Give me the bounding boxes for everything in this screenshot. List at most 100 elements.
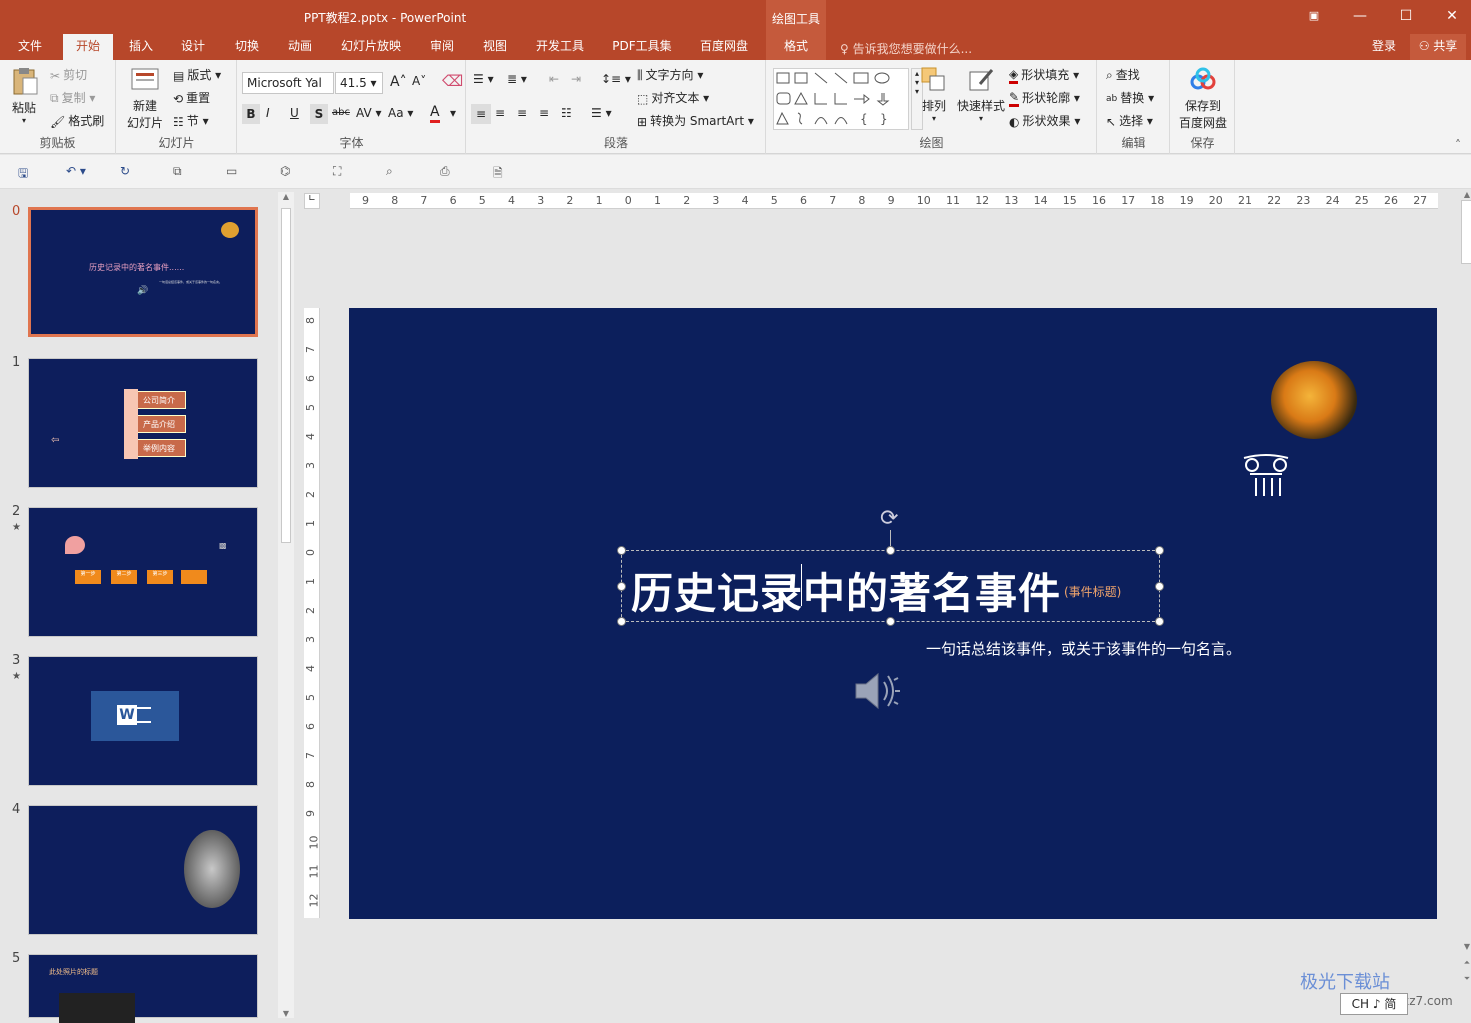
char-spacing-button[interactable]: AV ▾ <box>356 106 382 120</box>
bullets-button[interactable]: ☰ ▾ <box>473 72 494 86</box>
slide-canvas[interactable]: ⟳ 历史记录中的著名事件 (事件标题) 一句话总结该事件，或关于该事件的一句名言… <box>349 308 1437 919</box>
toolbar-icon-4[interactable]: ⛶ <box>333 164 349 180</box>
scroll-thumb[interactable] <box>1461 200 1471 264</box>
resize-handle[interactable] <box>617 617 626 626</box>
redo-icon[interactable]: ↻ <box>120 164 136 180</box>
ime-indicator[interactable]: CH ♪ 简 <box>1340 993 1408 1015</box>
toolbar-icon-2[interactable]: ▭ <box>226 164 242 180</box>
tab-pdf-tools[interactable]: PDF工具集 <box>604 34 680 60</box>
grow-font-button[interactable]: A˄ <box>390 74 407 90</box>
new-slide-button[interactable]: 新建 幻灯片 <box>121 66 169 131</box>
minimize-button[interactable]: — <box>1337 0 1383 34</box>
login-link[interactable]: 登录 <box>1364 34 1404 60</box>
font-name-select[interactable]: Microsoft Yal <box>242 72 334 94</box>
format-painter-button[interactable]: 🖌 格式刷 <box>50 112 104 129</box>
numbering-button[interactable]: ≣ ▾ <box>507 72 527 86</box>
distributed-icon[interactable]: ☷ <box>561 106 572 120</box>
paste-button[interactable]: 粘贴 ▾ <box>6 66 42 125</box>
select-button[interactable]: ↖ 选择 ▾ <box>1106 112 1153 129</box>
section-button[interactable]: ☷ 节 ▾ <box>173 112 209 129</box>
tab-design[interactable]: 设计 <box>170 34 216 60</box>
share-button[interactable]: ⚇ 共享 <box>1410 34 1466 60</box>
align-center-icon[interactable]: ≡ <box>495 106 505 120</box>
shape-fill-button[interactable]: ◈ 形状填充 ▾ <box>1009 66 1079 84</box>
slide-thumbnail-4[interactable] <box>28 805 258 935</box>
collapse-ribbon-icon[interactable]: ˄ <box>1455 138 1461 152</box>
strikethrough-button[interactable]: abc <box>332 107 350 118</box>
find-button[interactable]: ⌕ 查找 <box>1106 66 1140 83</box>
shape-outline-button[interactable]: ✎ 形状轮廓 ▾ <box>1009 89 1080 107</box>
copy-button[interactable]: ⧉ 复制 ▾ <box>50 89 95 106</box>
tab-developer[interactable]: 开发工具 <box>528 34 592 60</box>
save-to-baidu-button[interactable]: 保存到 百度网盘 <box>1177 66 1229 131</box>
slide-thumbnail-1[interactable]: 公司简介 产品介绍 举例内容 ⇦ <box>28 358 258 488</box>
speaker-icon[interactable] <box>852 668 902 714</box>
line-spacing-button[interactable]: ↕≡ ▾ <box>601 72 631 86</box>
shapes-gallery[interactable]: {} <box>773 68 909 130</box>
slide-subtitle[interactable]: 一句话总结该事件，或关于该事件的一句名言。 <box>926 638 1241 659</box>
italic-button[interactable]: I <box>266 106 270 120</box>
tab-baidu-netdisk[interactable]: 百度网盘 <box>692 34 756 60</box>
autumn-leaf-image[interactable] <box>1271 361 1357 439</box>
columns-button[interactable]: ☰ ▾ <box>591 106 612 120</box>
event-title-tag[interactable]: (事件标题) <box>1064 583 1121 600</box>
tab-review[interactable]: 审阅 <box>419 34 465 60</box>
resize-handle[interactable] <box>1155 582 1164 591</box>
layout-button[interactable]: ▤ 版式 ▾ <box>173 66 221 83</box>
print-preview-icon[interactable]: ⌕ <box>386 164 402 180</box>
quick-styles-button[interactable]: 快速样式 ▾ <box>955 66 1007 123</box>
cut-button[interactable]: ✂ 剪切 <box>50 66 87 83</box>
toolbar-icon-6[interactable]: 🗎 <box>493 164 509 180</box>
canvas-scrollbar[interactable]: ▲ ▼ ⏶ ⏷ <box>1459 190 1471 1018</box>
resize-handle[interactable] <box>1155 617 1164 626</box>
align-left-icon[interactable]: ≡ <box>471 104 491 124</box>
font-color-button[interactable]: A <box>430 104 440 123</box>
scroll-down-icon[interactable]: ▼ <box>1459 942 1471 951</box>
prev-slide-icon[interactable]: ⏶ <box>1459 958 1471 968</box>
resize-handle[interactable] <box>886 546 895 555</box>
clear-formatting-icon[interactable]: ⌫ <box>442 72 463 90</box>
scroll-up-icon[interactable]: ▲ <box>1459 190 1471 199</box>
undo-button[interactable]: ↶ ▾ <box>66 164 100 180</box>
bold-button[interactable]: B <box>242 104 260 124</box>
tab-format[interactable]: 格式 <box>766 34 826 60</box>
slide-thumbnail-2[interactable]: 第一步 第二步 第三步 ▩ <box>28 507 258 637</box>
chevron-down-icon[interactable]: ▾ <box>450 106 456 120</box>
tab-home[interactable]: 开始 <box>63 34 113 60</box>
scroll-down-icon[interactable]: ▼ <box>278 1009 294 1018</box>
font-size-select[interactable]: 41.5 ▾ <box>335 72 383 94</box>
save-icon[interactable]: 🖫 <box>18 164 34 180</box>
toolbar-icon-5[interactable]: ⎙ <box>440 164 456 180</box>
tab-slideshow[interactable]: 幻灯片放映 <box>332 34 410 60</box>
shape-effects-button[interactable]: ◐ 形状效果 ▾ <box>1009 112 1080 129</box>
column-capital-icon[interactable] <box>1242 450 1290 498</box>
tab-view[interactable]: 视图 <box>472 34 518 60</box>
shrink-font-button[interactable]: A˅ <box>412 74 426 88</box>
tab-stop-icon[interactable]: ∟ <box>304 193 320 209</box>
tell-me-search[interactable]: ♀ 告诉我您想要做什么... <box>840 40 972 57</box>
shadow-button[interactable]: S <box>310 104 328 124</box>
slide-thumbnail-5[interactable]: 此处照片的标题 <box>28 954 258 1023</box>
tab-file[interactable]: 文件 <box>0 34 60 60</box>
scroll-thumb[interactable] <box>281 208 291 543</box>
text-direction-button[interactable]: ⫼ 文字方向 ▾ <box>637 66 703 83</box>
resize-handle[interactable] <box>1155 546 1164 555</box>
maximize-button[interactable]: ☐ <box>1383 0 1429 34</box>
rotate-handle-icon[interactable]: ⟳ <box>880 506 898 531</box>
slide-thumbnail-3[interactable]: W <box>28 656 258 786</box>
change-case-button[interactable]: Aa ▾ <box>388 106 413 120</box>
toolbar-icon-3[interactable]: ⌬ <box>280 164 296 180</box>
increase-indent-icon[interactable]: ⇥ <box>571 72 581 86</box>
resize-handle[interactable] <box>617 582 626 591</box>
tab-animations[interactable]: 动画 <box>277 34 323 60</box>
align-right-icon[interactable]: ≡ <box>517 106 527 120</box>
slide-title[interactable]: 历史记录中的著名事件 <box>631 560 1061 621</box>
resize-handle[interactable] <box>617 546 626 555</box>
slide-thumbnail-0[interactable]: 历史记录中的著名事件...... 一句话总结该事件，或关于该事件的一句名言。 🔊 <box>28 207 258 337</box>
replace-button[interactable]: ab 替换 ▾ <box>1106 89 1154 106</box>
underline-button[interactable]: U <box>290 106 299 120</box>
tab-transitions[interactable]: 切换 <box>224 34 270 60</box>
thumbnail-scrollbar[interactable]: ▲ ▼ <box>278 192 294 1018</box>
toolbar-icon-1[interactable]: ⧉ <box>173 164 189 180</box>
align-text-button[interactable]: ⬚ 对齐文本 ▾ <box>637 89 709 106</box>
